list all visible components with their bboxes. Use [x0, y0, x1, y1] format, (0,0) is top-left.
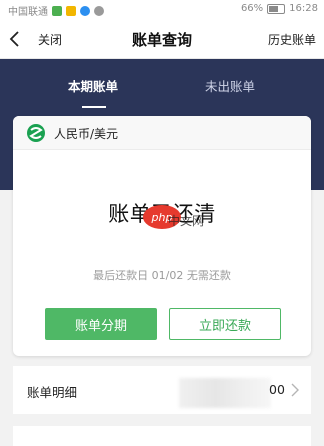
- card-header: 人民币/美元: [13, 116, 311, 150]
- chevron-left-icon[interactable]: [6, 29, 24, 49]
- tab-current-bill[interactable]: 本期账单: [68, 76, 118, 95]
- tab-unbilled[interactable]: 未出账单: [205, 76, 255, 95]
- carrier-label: 中国联通: [8, 7, 48, 18]
- battery-icon: [267, 3, 286, 14]
- nav-bar: 关闭 账单查询 历史账单: [0, 20, 324, 59]
- redacted-amount: [179, 378, 271, 408]
- status-bar: 中国联通 66% 16:28: [0, 0, 324, 20]
- clock: 16:28: [289, 3, 318, 14]
- due-date-line: 最后还款日 01/02 无需还款: [93, 269, 231, 282]
- next-section-card: [13, 426, 311, 446]
- notification-app-icon: [52, 5, 62, 16]
- bill-details-label: 账单明细: [27, 385, 78, 400]
- watermark-text: 中文网: [168, 214, 205, 228]
- active-tab-indicator: [82, 106, 106, 108]
- status-left: 中国联通: [8, 3, 104, 18]
- chat-notification-icon: [94, 5, 104, 16]
- close-button[interactable]: 关闭: [38, 31, 62, 48]
- notification-app-icon-2: [66, 5, 76, 16]
- bill-card: 人民币/美元 账单已还清 php 中文网 最后还款日 01/02 无需还款 账单…: [13, 116, 311, 356]
- repay-now-button[interactable]: 立即还款: [169, 308, 281, 340]
- chevron-right-icon: [291, 383, 299, 397]
- battery-percent: 66%: [240, 3, 264, 14]
- currency-label: 人民币/美元: [54, 127, 119, 141]
- history-bills-button[interactable]: 历史账单: [268, 31, 316, 48]
- bill-details-amount: 00: [269, 382, 285, 397]
- installment-button[interactable]: 账单分期: [45, 308, 157, 340]
- bank-logo-icon: [27, 124, 45, 142]
- status-right: 66% 16:28: [241, 3, 318, 14]
- bill-details-row[interactable]: 账单明细 00: [13, 366, 311, 414]
- notification-app-icon-3: [80, 5, 90, 16]
